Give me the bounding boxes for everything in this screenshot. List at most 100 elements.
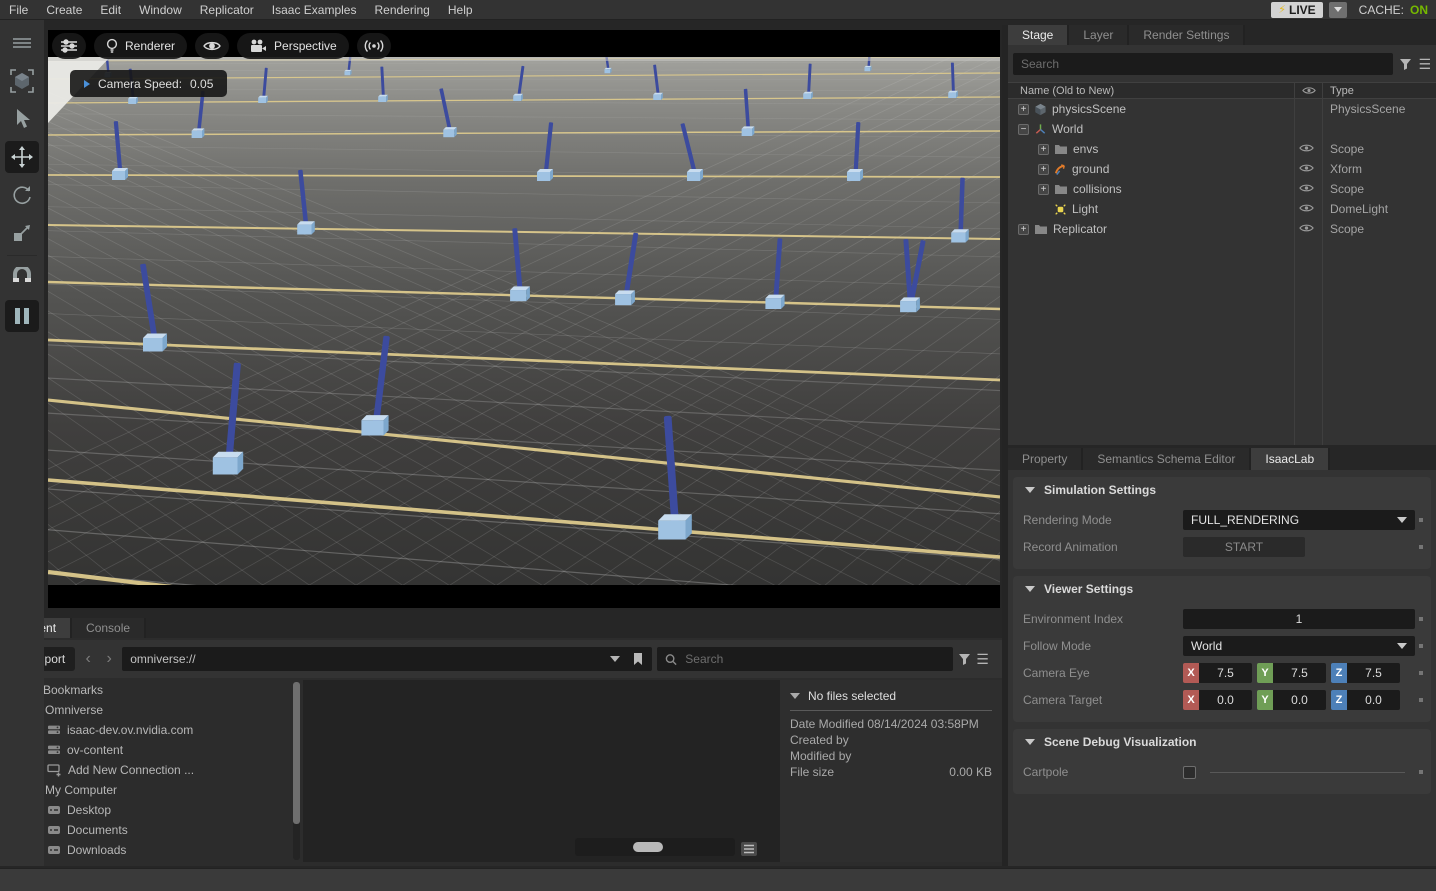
expand-toggle[interactable]: + [1038, 144, 1049, 155]
menu-item-edit[interactable]: Edit [91, 0, 130, 20]
axis-y-value[interactable]: 7.5 [1273, 663, 1326, 683]
icon-size-slider[interactable] [575, 838, 735, 856]
move-tool-button[interactable] [5, 141, 39, 173]
section-header[interactable]: Scene Debug Visualization [1013, 729, 1431, 755]
default-indicator[interactable] [1419, 545, 1423, 549]
axis-z-value[interactable]: 7.5 [1347, 663, 1400, 683]
rotate-tool-button[interactable] [5, 179, 39, 211]
bookmark-icon[interactable] [632, 652, 644, 666]
stage-tab-stage[interactable]: Stage [1008, 25, 1069, 45]
collapse-toggle[interactable]: − [1018, 124, 1029, 135]
visibility-toggle[interactable] [1299, 203, 1314, 213]
viewport-scene[interactable] [48, 57, 1000, 585]
visibility-menu-button[interactable] [195, 33, 229, 59]
back-button[interactable]: ‹ [80, 650, 96, 668]
axis-x-value[interactable]: 7.5 [1199, 663, 1252, 683]
stage-row[interactable]: + collisions Scope [1008, 179, 1436, 199]
live-dropdown-button[interactable] [1329, 2, 1347, 18]
stage-row[interactable]: − World [1008, 119, 1436, 139]
tree-scrollbar[interactable] [293, 682, 300, 860]
list-view-button[interactable] [741, 842, 757, 856]
tree-item-desktop[interactable]: + Desktop [0, 800, 303, 820]
select-tool-button[interactable] [5, 103, 39, 135]
expand-toggle[interactable]: + [1038, 184, 1049, 195]
chevron-down-icon[interactable] [610, 656, 620, 662]
tree-item-my-computer[interactable]: − My Computer [0, 780, 303, 800]
axis-x-value[interactable]: 0.0 [1199, 690, 1252, 710]
live-button[interactable]: ⚡ LIVE [1271, 2, 1322, 18]
scrollbar-thumb[interactable] [293, 682, 300, 824]
slider-thumb[interactable] [633, 842, 663, 852]
menu-item-isaac-examples[interactable]: Isaac Examples [263, 0, 366, 20]
stage-tab-layer[interactable]: Layer [1069, 25, 1129, 45]
filter-icon[interactable] [958, 653, 971, 665]
menu-item-create[interactable]: Create [37, 0, 91, 20]
visibility-toggle[interactable] [1299, 143, 1314, 153]
stage-row[interactable]: + ground Xform [1008, 159, 1436, 179]
expand-toggle[interactable]: + [1018, 224, 1029, 235]
axis-y-value[interactable]: 0.0 [1273, 690, 1326, 710]
tree-item-omniverse[interactable]: − Omniverse [0, 700, 303, 720]
stage-row[interactable]: + Replicator Scope [1008, 219, 1436, 239]
property-tab-isaaclab[interactable]: IsaacLab [1251, 448, 1330, 470]
cartpole-checkbox[interactable] [1183, 766, 1196, 779]
follow-mode-dropdown[interactable]: World [1183, 636, 1415, 656]
viewport-settings-button[interactable] [52, 33, 86, 59]
content-search-input[interactable] [685, 652, 945, 666]
rendering-mode-dropdown[interactable]: FULL_RENDERING [1183, 510, 1415, 530]
visibility-toggle[interactable] [1299, 163, 1314, 173]
scale-tool-button[interactable] [5, 217, 39, 249]
column-type-label[interactable]: Type [1330, 85, 1354, 97]
default-indicator[interactable] [1419, 617, 1423, 621]
property-tab-semantics-schema-editor[interactable]: Semantics Schema Editor [1083, 448, 1251, 470]
section-header[interactable]: Viewer Settings [1013, 576, 1431, 602]
pause-button[interactable] [5, 300, 39, 332]
menu-item-window[interactable]: Window [130, 0, 191, 20]
visibility-toggle[interactable] [1299, 183, 1314, 193]
renderer-menu-button[interactable]: Renderer [94, 33, 187, 59]
default-indicator[interactable] [1419, 644, 1423, 648]
environment-index-input[interactable]: 1 [1183, 609, 1415, 629]
details-header[interactable]: No files selected [790, 686, 992, 706]
options-menu-icon[interactable]: ☰ [976, 652, 989, 666]
expand-toggle[interactable]: + [1038, 164, 1049, 175]
section-header[interactable]: Simulation Settings [1013, 477, 1431, 503]
menu-item-file[interactable]: File [0, 0, 37, 20]
file-grid[interactable] [303, 680, 780, 862]
select-mode-button[interactable] [5, 65, 39, 97]
visibility-toggle[interactable] [1299, 223, 1314, 233]
toolbar-grip[interactable] [5, 27, 39, 59]
default-indicator[interactable] [1419, 518, 1423, 522]
column-name-label[interactable]: Name (Old to New) [1020, 85, 1114, 97]
stage-tab-render-settings[interactable]: Render Settings [1129, 25, 1245, 45]
viewport[interactable]: Renderer Perspective Camera Speed: 0.05 [48, 30, 1000, 608]
tree-item-bookmarks[interactable]: − Bookmarks [0, 680, 303, 700]
filter-icon[interactable] [1399, 58, 1412, 70]
tree-item-ov-content[interactable]: + ov-content [0, 740, 303, 760]
menu-item-replicator[interactable]: Replicator [191, 0, 263, 20]
tree-item[interactable]: + [0, 860, 303, 862]
start-button[interactable]: START [1183, 537, 1305, 557]
camera-menu-button[interactable]: Perspective [237, 33, 349, 59]
menu-item-rendering[interactable]: Rendering [365, 0, 438, 20]
snap-tool-button[interactable] [5, 262, 39, 294]
axis-z-value[interactable]: 0.0 [1347, 690, 1400, 710]
capture-button[interactable] [357, 33, 391, 59]
property-tab-property[interactable]: Property [1008, 448, 1083, 470]
stage-search-input[interactable] [1013, 53, 1393, 75]
forward-button[interactable]: › [101, 650, 117, 668]
column-visibility-icon[interactable] [1302, 86, 1316, 95]
content-tab-console[interactable]: Console [72, 618, 146, 638]
tree-item-documents[interactable]: + Documents [0, 820, 303, 840]
stage-row[interactable]: + envs Scope [1008, 139, 1436, 159]
default-indicator[interactable] [1419, 698, 1423, 702]
expand-toggle[interactable]: + [1018, 104, 1029, 115]
default-indicator[interactable] [1419, 770, 1423, 774]
default-indicator[interactable] [1419, 671, 1423, 675]
path-field[interactable]: omniverse:// [122, 647, 652, 671]
tree-item-isaac-dev-ov-nvidia-com[interactable]: + isaac-dev.ov.nvidia.com [0, 720, 303, 740]
tree-item-add-new-connection-[interactable]: + Add New Connection ... [0, 760, 303, 780]
stage-row[interactable]: + physicsScene PhysicsScene [1008, 99, 1436, 119]
content-search[interactable] [657, 647, 953, 671]
tree-item-downloads[interactable]: + Downloads [0, 840, 303, 860]
